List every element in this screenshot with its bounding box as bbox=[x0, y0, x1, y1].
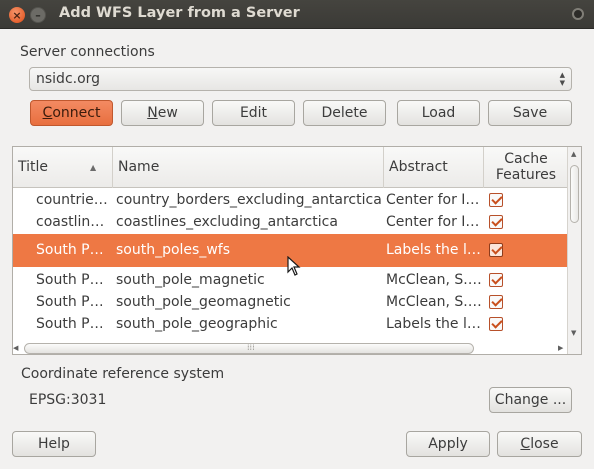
horizontal-scrollbar[interactable]: ◀ ⁞⁞⁞ ▶ bbox=[12, 342, 568, 354]
row-abstract: McClean, S.… bbox=[386, 272, 482, 288]
server-connections-label: Server connections bbox=[20, 44, 155, 60]
close-window-icon[interactable]: × bbox=[9, 7, 25, 23]
cache-features-checkbox[interactable] bbox=[489, 273, 503, 287]
vertical-scrollbar[interactable]: ▲ ▼ bbox=[567, 147, 581, 354]
mouse-pointer-icon bbox=[287, 256, 301, 276]
title-bar: × – Add WFS Layer from a Server bbox=[0, 0, 594, 29]
vertical-scrollbar-thumb[interactable] bbox=[570, 165, 579, 223]
table-row[interactable]: coastlin… coastlines_excluding_antarctic… bbox=[13, 211, 568, 233]
scroll-down-icon[interactable]: ▼ bbox=[571, 329, 576, 337]
server-connections-value: nsidc.org bbox=[36, 71, 101, 87]
row-name: south_pole_magnetic bbox=[116, 272, 265, 288]
row-name: country_borders_excluding_antarctica bbox=[116, 192, 382, 208]
row-name: south_pole_geomagnetic bbox=[116, 294, 291, 310]
help-button[interactable]: Help bbox=[12, 431, 96, 457]
cache-features-checkbox[interactable] bbox=[489, 317, 503, 331]
row-name: south_poles_wfs bbox=[116, 242, 231, 258]
crs-label: Coordinate reference system bbox=[21, 366, 225, 382]
scroll-left-icon[interactable]: ◀ bbox=[13, 344, 18, 352]
delete-button[interactable]: Delete bbox=[303, 100, 386, 126]
window-title: Add WFS Layer from a Server bbox=[59, 5, 300, 21]
row-abstract: Center for I… bbox=[386, 192, 480, 208]
row-title: coastlin… bbox=[36, 214, 105, 230]
row-abstract: McClean, S.… bbox=[386, 294, 482, 310]
table-row[interactable]: South P… south_pole_geomagnetic McClean,… bbox=[13, 291, 568, 313]
new-button[interactable]: New bbox=[121, 100, 204, 126]
row-title: countrie… bbox=[36, 192, 108, 208]
sort-ascending-icon: ▲ bbox=[90, 163, 97, 172]
row-abstract: Labels the l… bbox=[386, 242, 481, 258]
cache-features-checkbox[interactable] bbox=[489, 243, 503, 257]
row-abstract: Center for I… bbox=[386, 214, 480, 230]
load-button[interactable]: Load bbox=[397, 100, 480, 126]
connect-button[interactable]: Connect bbox=[30, 100, 113, 126]
change-crs-button[interactable]: Change ... bbox=[489, 387, 572, 413]
column-header-title[interactable]: Title ▲ bbox=[13, 147, 113, 188]
window-menu-icon[interactable] bbox=[572, 8, 584, 20]
horizontal-scrollbar-thumb[interactable]: ⁞⁞⁞ bbox=[24, 343, 474, 354]
row-name: south_pole_geographic bbox=[116, 316, 278, 332]
apply-button[interactable]: Apply bbox=[406, 431, 490, 457]
table-header: Title ▲ Name Abstract Cache Features bbox=[13, 147, 568, 188]
save-button[interactable]: Save bbox=[488, 100, 572, 126]
column-header-cache-features[interactable]: Cache Features bbox=[484, 147, 568, 188]
close-button[interactable]: Close bbox=[497, 431, 582, 457]
column-header-name[interactable]: Name bbox=[113, 147, 384, 188]
row-title: South P… bbox=[36, 242, 104, 258]
row-name: coastlines_excluding_antarctica bbox=[116, 214, 338, 230]
table-row[interactable]: South P… south_pole_geographic Labels th… bbox=[13, 313, 568, 335]
server-connections-combo[interactable]: nsidc.org ▲ ▼ bbox=[29, 67, 572, 91]
table-row[interactable]: countrie… country_borders_excluding_anta… bbox=[13, 189, 568, 211]
edit-button[interactable]: Edit bbox=[212, 100, 295, 126]
scrollbar-grip-icon: ⁞⁞⁞ bbox=[247, 343, 255, 352]
row-abstract: Labels the l… bbox=[386, 316, 481, 332]
minimize-window-icon[interactable]: – bbox=[30, 7, 46, 23]
row-title: South P… bbox=[36, 272, 104, 288]
combo-arrows-icon: ▲ ▼ bbox=[559, 71, 565, 87]
scroll-right-icon[interactable]: ▶ bbox=[558, 344, 563, 352]
crs-value: EPSG:3031 bbox=[29, 392, 107, 408]
column-header-abstract[interactable]: Abstract bbox=[384, 147, 484, 188]
cache-features-checkbox[interactable] bbox=[489, 215, 503, 229]
layers-table[interactable]: Title ▲ Name Abstract Cache Features cou… bbox=[12, 146, 582, 355]
cache-features-checkbox[interactable] bbox=[489, 193, 503, 207]
scroll-up-icon[interactable]: ▲ bbox=[571, 150, 576, 158]
cache-features-checkbox[interactable] bbox=[489, 295, 503, 309]
row-title: South P… bbox=[36, 294, 104, 310]
row-title: South P… bbox=[36, 316, 104, 332]
